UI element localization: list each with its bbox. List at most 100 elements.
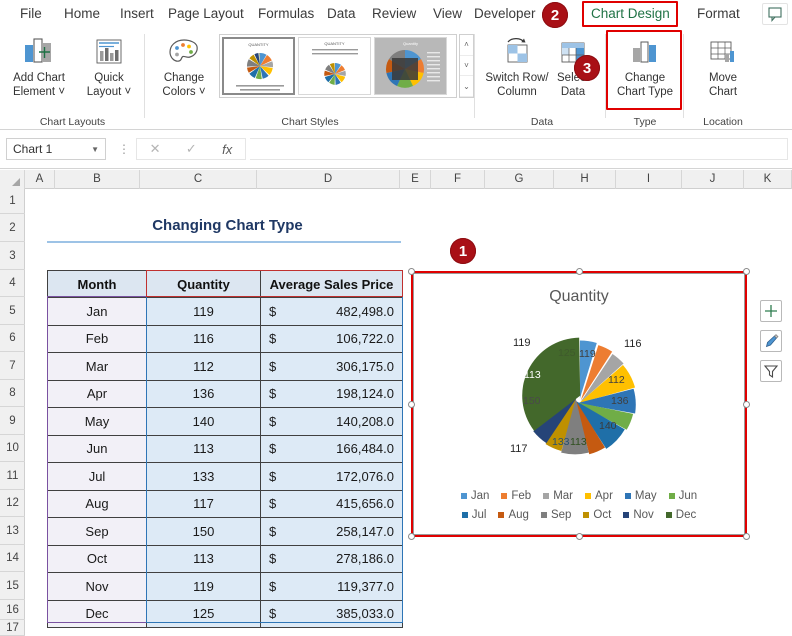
cell-quantity[interactable]: 116 — [146, 324, 261, 353]
tab-file[interactable]: File — [17, 2, 45, 26]
chart-style-thumb-2[interactable]: QUANTITY — [298, 37, 371, 95]
cell-price[interactable]: $ 415,656.0 — [260, 489, 403, 518]
tab-formulas[interactable]: Formulas — [255, 2, 317, 26]
cell-month[interactable]: Jan — [47, 297, 147, 326]
legend-item-jun[interactable]: Jun — [668, 490, 697, 502]
table-row[interactable]: Aug 117 $ 415,656.0 — [47, 489, 403, 518]
column-header-j[interactable]: J — [682, 170, 744, 189]
chart-plot-container[interactable]: Quantity 119 116 112 136 140 113 133 117… — [413, 273, 745, 535]
legend-item-nov[interactable]: Nov — [623, 509, 654, 521]
insert-function-icon[interactable]: fx — [222, 142, 232, 157]
chart-object[interactable]: Quantity 119 116 112 136 140 113 133 117… — [408, 268, 750, 540]
select-all-corner[interactable] — [0, 170, 25, 189]
table-row[interactable]: Feb 116 $ 106,722.0 — [47, 324, 403, 353]
cell-price[interactable]: $ 106,722.0 — [260, 324, 403, 353]
chart-handle-bottom-center[interactable] — [576, 533, 583, 540]
cell-quantity[interactable]: 140 — [146, 407, 261, 436]
cell-price[interactable]: $ 140,208.0 — [260, 407, 403, 436]
table-row[interactable]: Apr 136 $ 198,124.0 — [47, 379, 403, 408]
formula-input[interactable] — [250, 138, 788, 160]
name-box[interactable]: Chart 1 ▼ — [6, 138, 106, 160]
cell-price[interactable]: $ 278,186.0 — [260, 544, 403, 573]
chevron-down-icon[interactable]: ▼ — [91, 139, 99, 160]
chart-styles-scrollbar[interactable]: ˄ ˅ ⌄ — [459, 34, 474, 98]
column-header-i[interactable]: I — [616, 170, 682, 189]
table-row[interactable]: Jul 133 $ 172,076.0 — [47, 462, 403, 491]
legend-item-dec[interactable]: Dec — [665, 509, 696, 521]
header-average-sales-price[interactable]: Average Sales Price — [260, 270, 403, 298]
legend-item-jan[interactable]: Jan — [460, 490, 489, 502]
pie-chart[interactable]: 119 116 112 136 140 113 133 117 150 113 … — [498, 329, 658, 469]
cell-month[interactable]: Feb — [47, 324, 147, 353]
chart-elements-button[interactable] — [760, 300, 782, 322]
legend-item-feb[interactable]: Feb — [501, 490, 531, 502]
chart-handle-top-center[interactable] — [576, 268, 583, 275]
table-row[interactable]: May 140 $ 140,208.0 — [47, 407, 403, 436]
gallery-expand[interactable]: ⌄ — [460, 76, 473, 98]
column-header-a[interactable]: A — [25, 170, 55, 189]
legend-item-mar[interactable]: Mar — [543, 490, 573, 502]
header-quantity[interactable]: Quantity — [146, 270, 261, 298]
cell-quantity[interactable]: 119 — [146, 297, 261, 326]
chart-handle-middle-right[interactable] — [743, 401, 750, 408]
cell-price[interactable]: $ 385,033.0 — [260, 599, 403, 628]
cell-price[interactable]: $ 166,484.0 — [260, 434, 403, 463]
cell-quantity[interactable]: 113 — [146, 544, 261, 573]
column-header-c[interactable]: C — [140, 170, 257, 189]
column-header-e[interactable]: E — [400, 170, 431, 189]
cell-month[interactable]: Dec — [47, 599, 147, 628]
chart-styles-button[interactable] — [760, 330, 782, 352]
table-row[interactable]: Oct 113 $ 278,186.0 — [47, 544, 403, 573]
chart-style-thumb-3[interactable]: Quantity — [374, 37, 447, 95]
cell-month[interactable]: May — [47, 407, 147, 436]
cell-month[interactable]: Apr — [47, 379, 147, 408]
chart-title[interactable]: Quantity — [414, 288, 744, 306]
chart-style-thumb-1[interactable]: QUANTITY — [222, 37, 295, 95]
legend-item-jul[interactable]: Jul — [461, 509, 486, 521]
cell-price[interactable]: $ 258,147.0 — [260, 517, 403, 546]
cell-month[interactable]: Mar — [47, 352, 147, 381]
cell-quantity[interactable]: 117 — [146, 489, 261, 518]
cell-month[interactable]: Jul — [47, 462, 147, 491]
column-header-k[interactable]: K — [744, 170, 792, 189]
legend-item-sep[interactable]: Sep — [540, 509, 571, 521]
tab-review[interactable]: Review — [369, 2, 419, 26]
table-row[interactable]: Dec 125 $ 385,033.0 — [47, 599, 403, 628]
cell-month[interactable]: Nov — [47, 572, 147, 601]
chart-handle-middle-left[interactable] — [408, 401, 415, 408]
cell-quantity[interactable]: 112 — [146, 352, 261, 381]
chart-handle-bottom-right[interactable] — [743, 533, 750, 540]
tab-format[interactable]: Format — [694, 2, 743, 26]
legend-item-may[interactable]: May — [624, 490, 657, 502]
cell-quantity[interactable]: 125 — [146, 599, 261, 628]
column-header-d[interactable]: D — [257, 170, 400, 189]
tab-developer[interactable]: Developer — [471, 2, 539, 26]
legend-item-oct[interactable]: Oct — [583, 509, 611, 521]
tab-view[interactable]: View — [430, 2, 465, 26]
quick-layout-button[interactable]: Quick Layout ˅ — [72, 32, 146, 99]
gallery-scroll-up[interactable]: ˄ — [460, 35, 473, 56]
change-colors-button[interactable]: Change Colors ˅ — [147, 32, 221, 99]
chart-legend[interactable]: Jan Feb Mar Apr May Jun Jul Aug Sep Oct … — [414, 486, 744, 524]
enter-check-icon[interactable]: ✓ — [186, 141, 197, 157]
cell-quantity[interactable]: 119 — [146, 572, 261, 601]
column-header-g[interactable]: G — [485, 170, 554, 189]
table-row[interactable]: Sep 150 $ 258,147.0 — [47, 517, 403, 546]
cell-price[interactable]: $ 482,498.0 — [260, 297, 403, 326]
tab-home[interactable]: Home — [61, 2, 103, 26]
table-row[interactable]: Mar 112 $ 306,175.0 — [47, 352, 403, 381]
cell-quantity[interactable]: 113 — [146, 434, 261, 463]
table-row[interactable]: Jan 119 $ 482,498.0 — [47, 297, 403, 326]
cell-price[interactable]: $ 306,175.0 — [260, 352, 403, 381]
table-row[interactable]: Jun 113 $ 166,484.0 — [47, 434, 403, 463]
tab-insert[interactable]: Insert — [117, 2, 157, 26]
cell-quantity[interactable]: 133 — [146, 462, 261, 491]
chart-filters-button[interactable] — [760, 360, 782, 382]
column-header-b[interactable]: B — [55, 170, 140, 189]
cell-price[interactable]: $ 172,076.0 — [260, 462, 403, 491]
cell-price[interactable]: $ 198,124.0 — [260, 379, 403, 408]
comment-icon[interactable] — [762, 3, 788, 25]
cell-month[interactable]: Jun — [47, 434, 147, 463]
cell-month[interactable]: Sep — [47, 517, 147, 546]
tab-page-layout[interactable]: Page Layout — [165, 2, 247, 26]
